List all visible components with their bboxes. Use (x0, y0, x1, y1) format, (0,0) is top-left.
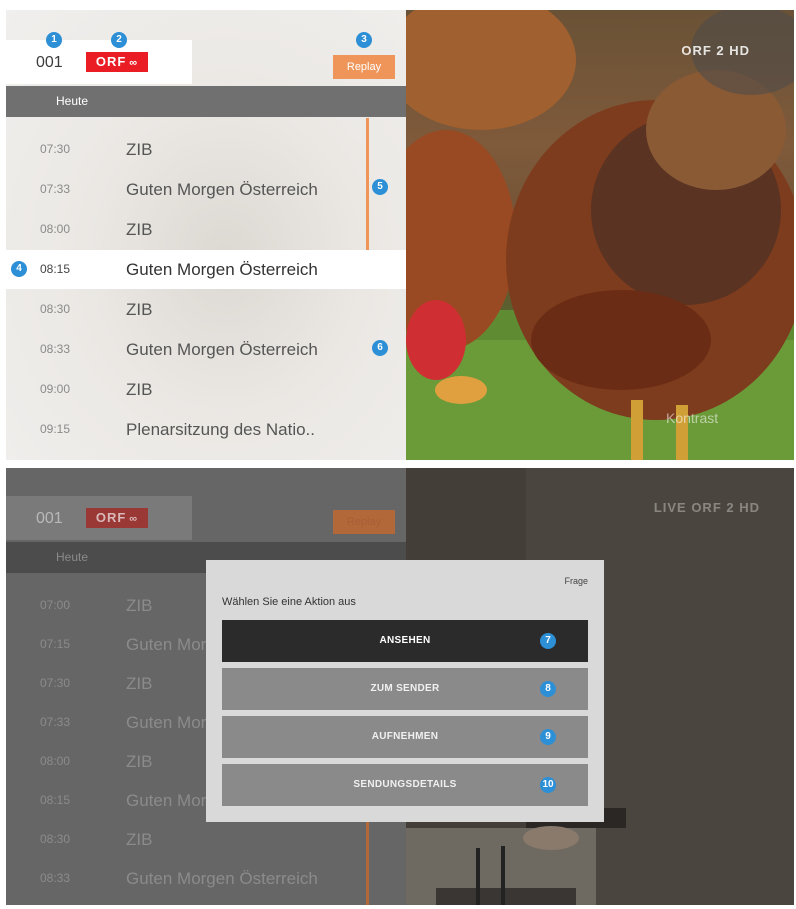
program-row[interactable]: 07:30 ZIB (6, 130, 406, 169)
watch-button[interactable]: ANSEHEN (222, 620, 588, 662)
program-row[interactable]: 08:00 ZIB (6, 210, 406, 249)
program-row[interactable]: 09:15 Plenarsitzung des Natio.. (6, 410, 406, 449)
marker-9: 9 (540, 729, 556, 745)
chicken-video-frame (406, 10, 794, 460)
orf-logo: ORF ∞ (86, 52, 148, 72)
record-button[interactable]: AUFNEHMEN (222, 716, 588, 758)
scrollbar[interactable] (366, 118, 369, 250)
marker-6: 6 (372, 340, 388, 356)
video-preview: ORF 2 HD Kontrast (406, 10, 794, 460)
marker-4: 4 (11, 261, 27, 277)
program-row-selected[interactable]: 08:15 Guten Morgen Österreich (6, 250, 406, 289)
orf-logo: ORF ∞ (86, 508, 148, 528)
program-row[interactable]: 08:30 ZIB (6, 290, 406, 329)
program-details-button[interactable]: SENDUNGSDETAILS (222, 764, 588, 806)
marker-10: 10 (540, 777, 556, 793)
channel-number: 001 (36, 54, 63, 71)
marker-1: 1 (46, 32, 62, 48)
program-row[interactable]: 07:33 Guten Morgen Österreich (6, 170, 406, 209)
channel-selector: 001 ORF ∞ (6, 496, 192, 540)
marker-5: 5 (372, 179, 388, 195)
action-dialog: Frage Wählen Sie eine Aktion aus ANSEHEN… (206, 560, 604, 822)
marker-7: 7 (540, 633, 556, 649)
channel-number: 001 (36, 510, 63, 527)
program-guide-panel: 001 ORF ∞ Replay Heute 07:30 ZIB 07:33 Gute… (6, 10, 406, 460)
replay-button[interactable]: Replay (333, 55, 395, 79)
epg-screen-bottom: 001 ORF ∞ Replay Heute 07:00 ZIB 07:15 Gute… (6, 468, 794, 905)
scrollbar (366, 822, 369, 905)
program-row[interactable]: 08:33 Guten Morgen Österreich (6, 330, 406, 369)
video-corner-text: Kontrast (666, 410, 719, 426)
program-row: 08:33 Guten Morgen Österreich (40, 869, 318, 888)
channel-watermark: ORF 2 HD (681, 43, 750, 58)
channel-selector[interactable]: 001 ORF ∞ (6, 40, 192, 84)
marker-2: 2 (111, 32, 127, 48)
dialog-tag: Frage (564, 576, 588, 586)
go-to-channel-button[interactable]: ZUM SENDER (222, 668, 588, 710)
epg-screen-top: 001 ORF ∞ Replay Heute 07:30 ZIB 07:33 Gute… (6, 10, 794, 460)
dialog-prompt: Wählen Sie eine Aktion aus (222, 596, 356, 608)
channel-watermark: LIVE ORF 2 HD (653, 500, 760, 515)
program-row: 08:30 ZIB (40, 830, 153, 849)
program-row[interactable]: 09:00 ZIB (6, 370, 406, 409)
day-header: Heute (6, 86, 406, 117)
marker-3: 3 (356, 32, 372, 48)
marker-8: 8 (540, 681, 556, 697)
replay-button: Replay (333, 510, 395, 534)
